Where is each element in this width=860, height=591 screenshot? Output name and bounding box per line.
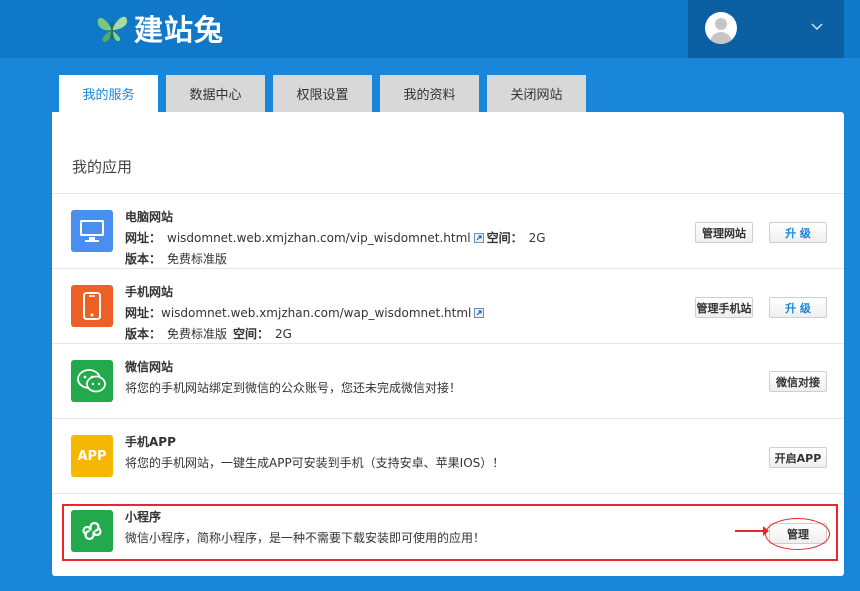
wechat-connect-button[interactable]: 微信对接 [769,371,827,392]
url-label: 网址： [125,231,162,245]
app-title: 电脑网站 [125,210,174,224]
user-menu[interactable] [688,0,844,58]
monitor-icon [71,210,113,252]
app-row-pc: 电脑网站 网址： wisdomnet.web.xmjzhan.com/vip_w… [52,194,844,269]
wechat-icon [71,360,113,402]
space-label: 空间： [486,231,523,245]
version-value: 免费标准版 [167,327,228,341]
app-description: 将您的手机网站，一键生成APP可安装到手机（支持安卓、苹果IOS）！ [125,456,505,470]
logo-text: 建站兔 [134,13,225,47]
version-label: 版本： [125,252,162,266]
space-value: 2G [528,230,546,245]
app-title: 手机APP [125,435,176,449]
version-label: 版本： [125,327,162,341]
app-row-wechat: 微信网站 将您的手机网站绑定到微信的公众账号，您还未完成微信对接！ 微信对接 [52,344,844,419]
space-value: 2G [275,326,292,341]
tab-data-center[interactable]: 数据中心 [166,75,265,112]
tab-my-services[interactable]: 我的服务 [59,75,158,112]
app-description: 将您的手机网站绑定到微信的公众账号，您还未完成微信对接！ [125,381,462,395]
app-title: 手机网站 [125,285,174,299]
version-value: 免费标准版 [167,252,228,266]
manage-mobile-site-button[interactable]: 管理手机站 [695,297,753,318]
avatar-icon[interactable] [705,12,737,44]
highlight-box [62,504,838,561]
url-label: 网址： [125,306,162,320]
app-version-line: 版本： 免费标准版 [125,250,227,267]
logo[interactable]: 建站兔 [92,8,224,48]
butterfly-logo-icon [97,16,128,43]
url-link[interactable]: wisdomnet.web.xmjzhan.com/wap_wisdomnet.… [161,306,471,320]
app-row-mobile: 手机网站 网址： wisdomnet.web.xmjzhan.com/wap_w… [52,269,844,344]
main-tabs: 我的服务 数据中心 权限设置 我的资料 关闭网站 [59,75,594,112]
upgrade-button[interactable]: 升 级 [769,297,827,318]
enable-app-button[interactable]: 开启APP [769,447,827,468]
tab-close-site[interactable]: 关闭网站 [487,75,586,112]
section-title: 我的应用 [72,158,133,176]
app-icon: APP [71,435,113,477]
tab-permissions[interactable]: 权限设置 [273,75,372,112]
url-link[interactable]: wisdomnet.web.xmjzhan.com/vip_wisdomnet.… [167,231,471,245]
arrow-icon [735,526,769,536]
chevron-down-icon[interactable] [810,20,824,34]
manage-website-button[interactable]: 管理网站 [695,222,753,243]
app-title: 微信网站 [125,360,174,374]
space-label: 空间： [233,327,270,341]
app-version-line: 版本： 免费标准版 空间： 2G [125,325,292,342]
app-row-app: APP 手机APP 将您的手机网站，一键生成APP可安装到手机（支持安卓、苹果I… [52,419,844,494]
tab-my-profile[interactable]: 我的资料 [380,75,479,112]
external-link-icon[interactable] [474,307,485,318]
upgrade-button[interactable]: 升 级 [769,222,827,243]
app-url-line: 网址： wisdomnet.web.xmjzhan.com/wap_wisdom… [125,304,487,321]
phone-icon [71,285,113,327]
highlight-circle [765,518,830,550]
external-link-icon[interactable] [473,232,484,243]
top-header: 建站兔 [0,0,860,58]
app-url-line: 网址： wisdomnet.web.xmjzhan.com/vip_wisdom… [125,229,546,246]
